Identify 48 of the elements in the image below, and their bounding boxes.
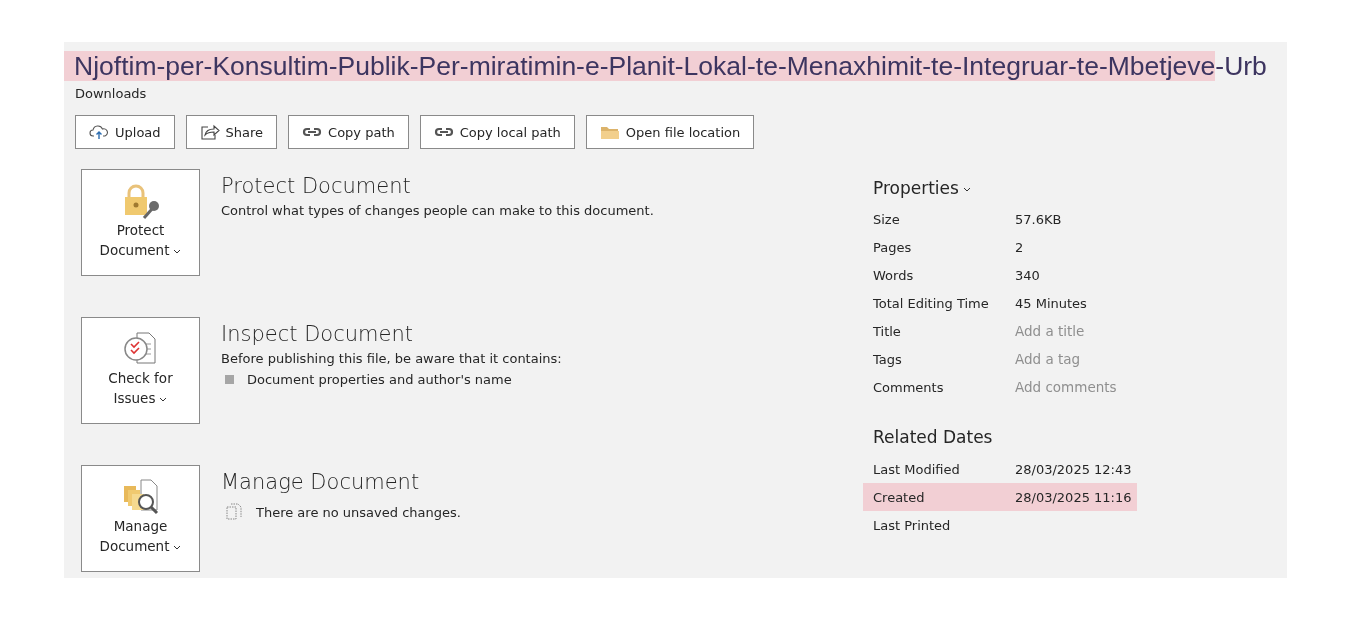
property-field[interactable]: Add comments	[1015, 379, 1165, 395]
property-value: 45 Minutes	[1015, 295, 1087, 311]
property-label: Size	[873, 211, 901, 227]
bullet-text: Document properties and author's name	[247, 372, 512, 387]
date-label: Last Printed	[873, 517, 952, 533]
chevron-icon[interactable]	[962, 186, 971, 192]
bullet-text: There are no unsaved changes.	[256, 504, 461, 520]
property-label: Total Editing Time	[873, 295, 990, 311]
property-label: Title	[873, 323, 902, 339]
cloud-upload-icon	[89, 124, 109, 140]
link-icon	[302, 126, 323, 138]
toolbar-button[interactable]: Upload	[75, 115, 175, 149]
section-description: Before publishing this file, be aware that it contains:	[221, 351, 562, 366]
chevron-icon	[159, 396, 168, 402]
toolbar-button[interactable]: Copy local path	[419, 115, 575, 149]
section-description: Control what types of changes people can make to this document.	[221, 203, 654, 218]
file-location: Downloads	[75, 86, 148, 101]
related-dates-heading: Related Dates	[873, 426, 994, 449]
section-title: Protect Document	[221, 173, 412, 200]
dropdown-button[interactable]: Manage Document	[81, 465, 200, 572]
property-label: Tags	[873, 351, 903, 367]
property-label: Comments	[873, 379, 945, 395]
property-value: 57.6KB	[1015, 211, 1062, 227]
date-label: Created	[873, 489, 926, 505]
folder-icon	[599, 124, 620, 140]
property-label: Pages	[873, 239, 913, 255]
toolbar-button[interactable]: Share	[185, 115, 278, 149]
property-value: 2	[1015, 239, 1024, 255]
property-value: 340	[1015, 267, 1040, 283]
document-icon	[225, 503, 243, 521]
properties-heading[interactable]: Properties	[873, 178, 959, 198]
bullet-icon	[225, 375, 234, 384]
section-title: Manage Document	[221, 469, 421, 496]
date-label: Last Modified	[873, 461, 961, 477]
property-label: Words	[873, 267, 915, 283]
share-icon	[199, 124, 220, 140]
section-title: Inspect Document	[221, 321, 414, 348]
property-field[interactable]: Add a title	[1015, 323, 1165, 339]
dropdown-button[interactable]: Check for Issues	[81, 317, 200, 424]
link-icon	[433, 126, 454, 138]
chevron-icon	[173, 248, 182, 254]
toolbar-button[interactable]: Open file location	[585, 115, 755, 149]
chevron-icon	[173, 544, 182, 550]
date-value: 28/03/2025 11:16	[1015, 489, 1132, 505]
toolbar-button[interactable]: Copy path	[288, 115, 409, 149]
date-value: 28/03/2025 12:43	[1015, 461, 1132, 477]
dropdown-button[interactable]: Protect Document	[81, 169, 200, 276]
property-field[interactable]: Add a tag	[1015, 351, 1165, 367]
